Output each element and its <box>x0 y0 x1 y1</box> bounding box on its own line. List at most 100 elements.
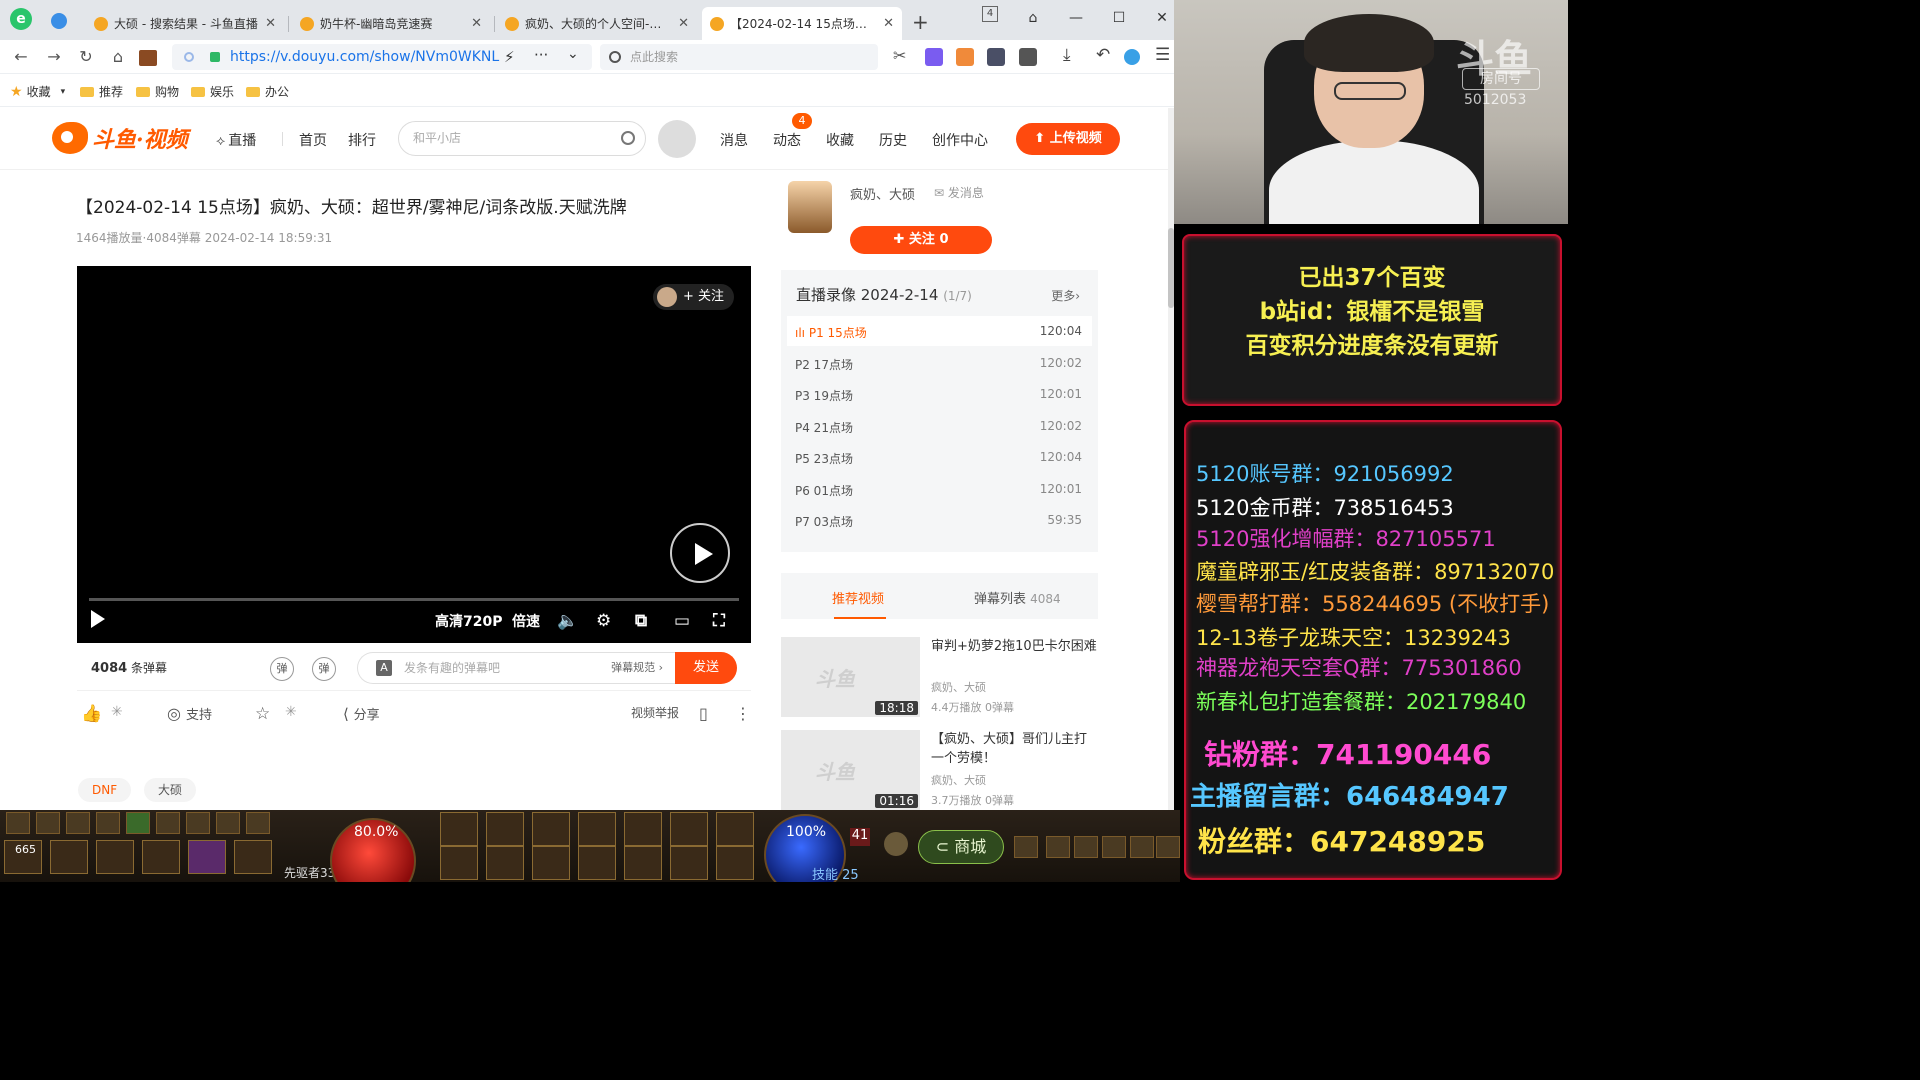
menu-messages[interactable]: 消息 <box>720 130 748 150</box>
sync-icon[interactable] <box>1124 49 1140 65</box>
quick-item-slot[interactable] <box>50 840 88 874</box>
recommended-video-card[interactable]: 斗鱼 18:18 审判+奶萝2拖10巴卡尔困难 疯奶、大硕 4.4万播放 0弹幕 <box>781 637 1101 721</box>
tab-current-video[interactable]: 【2024-02-14 15点场】疯奶 ✕ <box>702 7 902 40</box>
tag-dashuo[interactable]: 大硕 <box>144 778 197 802</box>
tab-personal-space[interactable]: 疯奶、大硕的个人空间-斗鱼 ✕ <box>497 7 697 40</box>
back-icon[interactable]: ← <box>10 46 32 68</box>
support-button[interactable]: ◎ 支持 <box>167 704 212 723</box>
skill-slot[interactable] <box>624 812 662 846</box>
skill-slot[interactable] <box>578 846 616 880</box>
bookmark-folder-shopping[interactable]: 购物 <box>136 83 179 100</box>
quick-item-slot[interactable] <box>96 840 134 874</box>
undo-icon[interactable]: ↶ <box>1096 45 1110 65</box>
recommended-video-card[interactable]: 斗鱼 01:16 【疯奶、大硕】哥们儿主打一个劳模！ 疯奶、大硕 3.7万播放 0… <box>781 730 1101 810</box>
skill-slot[interactable] <box>440 812 478 846</box>
big-play-button[interactable] <box>670 523 730 583</box>
site-info-icon[interactable] <box>184 52 194 62</box>
close-tab-icon[interactable]: ✕ <box>883 16 894 31</box>
menu-history[interactable]: 历史 <box>879 130 907 150</box>
text-style-icon[interactable]: A <box>376 660 392 676</box>
search-icon[interactable] <box>621 131 635 145</box>
scrollbar-thumb[interactable] <box>1168 228 1174 308</box>
minimize-button[interactable]: — <box>1062 6 1090 30</box>
playlist-item[interactable]: P5 23点场 120:04 <box>787 442 1092 472</box>
inventory-icon[interactable] <box>1074 836 1098 858</box>
skill-slot[interactable] <box>670 812 708 846</box>
menu-grid-icon[interactable] <box>1014 836 1038 858</box>
tab-count-icon[interactable]: 4 <box>982 6 998 22</box>
player-follow-button[interactable]: + 关注 <box>653 284 735 310</box>
settings-icon[interactable] <box>1156 836 1180 858</box>
skills-icon[interactable] <box>1102 836 1126 858</box>
user-avatar[interactable] <box>658 120 696 158</box>
site-search-input[interactable]: 和平小店 <box>398 121 646 156</box>
uploader-name[interactable]: 疯奶、大硕 <box>850 184 915 203</box>
menu-dynamic[interactable]: 动态 <box>773 130 801 150</box>
tag-dnf[interactable]: DNF <box>78 778 132 802</box>
video-thumbnail[interactable]: 斗鱼 18:18 <box>781 637 920 717</box>
volume-icon[interactable]: 🔈 <box>557 611 578 631</box>
settings-gear-icon[interactable]: ⚙ <box>596 611 611 631</box>
quick-item-slot[interactable] <box>234 840 272 874</box>
lightning-icon[interactable]: ⚡ <box>504 48 515 66</box>
bookmark-folder-recommend[interactable]: 推荐 <box>80 83 123 100</box>
send-danmaku-button[interactable]: 发送 <box>675 652 737 684</box>
quest-icon[interactable] <box>1130 836 1154 858</box>
forward-icon[interactable]: → <box>43 46 65 68</box>
character-icon[interactable] <box>1046 836 1070 858</box>
skill-slot[interactable] <box>624 846 662 880</box>
reload-icon[interactable]: ↻ <box>75 46 97 68</box>
playlist-item[interactable]: P6 01点场 120:01 <box>787 474 1092 504</box>
tab-nainiu-cup[interactable]: 奶牛杯-幽暗岛竞速赛 ✕ <box>292 7 490 40</box>
close-tab-icon[interactable]: ✕ <box>265 16 276 31</box>
danmaku-input[interactable]: A 发条有趣的弹幕吧 弹幕规范 › <box>357 652 675 684</box>
download-icon[interactable]: ⤓ <box>1063 45 1071 65</box>
playlist-item[interactable]: ılı P1 15点场 120:04 <box>787 316 1092 346</box>
playlist-item[interactable]: P3 19点场 120:01 <box>787 379 1092 409</box>
puzzle-icon[interactable] <box>1019 48 1037 66</box>
skill-slot[interactable] <box>716 812 754 846</box>
url-dropdown-icon[interactable]: ⌄ <box>567 46 579 62</box>
home-icon[interactable]: ⌂ <box>107 46 129 68</box>
play-icon[interactable] <box>91 610 105 632</box>
mall-button[interactable]: ⊂ 商城 <box>918 830 1004 864</box>
skill-slot[interactable] <box>486 812 524 846</box>
widescreen-icon[interactable]: ▭ <box>674 611 690 631</box>
maximize-button[interactable]: ☐ <box>1105 6 1133 30</box>
like-icon[interactable]: 👍 <box>81 704 102 724</box>
nav-live[interactable]: ⟡ 直播 <box>216 130 256 150</box>
quick-item-slot[interactable] <box>188 840 226 874</box>
mobile-view-icon[interactable]: ▯ <box>699 704 708 723</box>
bookmark-send-icon[interactable] <box>51 13 67 29</box>
game-extension-icon[interactable] <box>956 48 974 66</box>
fullscreen-icon[interactable]: ⛶ <box>713 611 725 631</box>
bookmark-favorites[interactable]: ★ 收藏 ▾ <box>10 83 65 100</box>
browser-search-input[interactable]: 点此搜索 <box>600 44 878 70</box>
extension-briefcase-icon[interactable] <box>139 50 157 66</box>
skill-slot[interactable] <box>486 846 524 880</box>
danmaku-rules-link[interactable]: 弹幕规范 › <box>611 653 663 683</box>
menu-creator-center[interactable]: 创作中心 <box>932 130 988 150</box>
bell-icon[interactable] <box>884 832 908 856</box>
recommended-video-author[interactable]: 疯奶、大硕 <box>931 679 986 695</box>
send-message-link[interactable]: ✉ 发消息 <box>934 184 984 201</box>
close-tab-icon[interactable]: ✕ <box>471 16 482 31</box>
favorite-star-icon[interactable]: ☆ <box>255 704 270 724</box>
skill-slot[interactable] <box>440 846 478 880</box>
close-window-button[interactable]: ✕ <box>1148 6 1174 30</box>
menu-icon[interactable]: ☰ <box>1155 45 1170 65</box>
site-logo[interactable]: 斗鱼·视频 <box>52 120 188 156</box>
progress-bar[interactable] <box>89 598 739 601</box>
skill-slot[interactable] <box>578 812 616 846</box>
recommended-video-title[interactable]: 【疯奶、大硕】哥们儿主打一个劳模！ <box>931 730 1099 768</box>
playlist-item[interactable]: P7 03点场 59:35 <box>787 505 1092 535</box>
menu-favorites[interactable]: 收藏 <box>826 130 854 150</box>
skill-slot[interactable] <box>670 846 708 880</box>
screenshot-extension-icon[interactable] <box>987 48 1005 66</box>
quick-item-slot[interactable] <box>142 840 180 874</box>
playlist-more-link[interactable]: 更多› <box>1051 287 1080 304</box>
nav-rank[interactable]: 排行 <box>348 130 376 150</box>
bookmark-folder-office[interactable]: 办公 <box>246 83 289 100</box>
danmaku-toggle-icon[interactable]: 弹 <box>270 657 294 681</box>
tab-danmaku-list[interactable]: 弹幕列表 4084 <box>974 588 1061 607</box>
